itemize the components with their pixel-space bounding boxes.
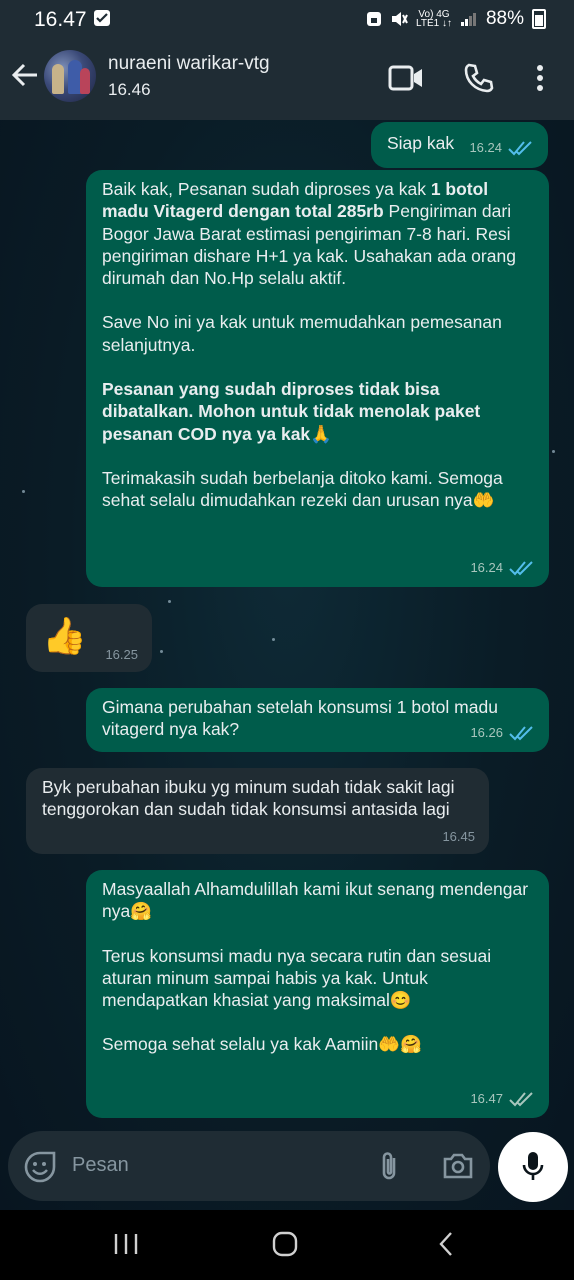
mute-icon (392, 12, 408, 26)
battery-icon (532, 9, 546, 29)
message-bubble-outgoing[interactable]: Siap kak 16.24 (371, 122, 548, 168)
background-star (272, 638, 275, 641)
message-bubble-outgoing[interactable]: Baik kak, Pesanan sudah diproses ya kak … (86, 170, 549, 587)
read-ticks-icon (509, 726, 533, 741)
home-icon[interactable] (272, 1231, 298, 1262)
message-time: 16.25 (105, 646, 138, 662)
message-paragraph: Semoga sehat selalu ya kak Aamiin🤲🤗 (102, 1034, 422, 1055)
mic-icon (522, 1151, 544, 1188)
message-input[interactable]: Pesan (72, 1154, 129, 1177)
message-paragraph: Masyaallah Alhamdulillah kami ikut senan… (102, 879, 529, 922)
background-star (168, 600, 171, 603)
contact-name[interactable]: nuraeni warikar-vtg (108, 53, 270, 75)
lock-icon (367, 12, 382, 26)
status-time: 16.47 (34, 8, 87, 31)
message-time: 16.26 (470, 724, 503, 740)
read-ticks-icon (509, 561, 533, 576)
status-bar: 16.47 Vo) 4G LTE1 ↓↑ 88% (0, 0, 574, 38)
message-text: Gimana perubahan setelah konsumsi 1 boto… (102, 697, 498, 740)
message-paragraph: Baik kak, Pesanan sudah diproses ya kak … (102, 178, 524, 289)
status-indicators: Vo) 4G LTE1 ↓↑ 88% (366, 8, 546, 30)
back-nav-icon[interactable] (436, 1231, 456, 1262)
paperclip-icon[interactable] (378, 1149, 400, 1188)
message-time: 16.45 (442, 828, 475, 844)
mic-button[interactable] (498, 1132, 568, 1202)
message-bubble-outgoing[interactable]: Gimana perubahan setelah konsumsi 1 boto… (86, 688, 549, 752)
thumbs-up-emoji: 👍 (42, 615, 87, 656)
network-indicator: Vo) 4G LTE1 ↓↑ (416, 10, 452, 29)
message-paragraph: Save No ini ya kak untuk memudahkan peme… (102, 312, 502, 355)
message-bubble-outgoing[interactable]: Masyaallah Alhamdulillah kami ikut senan… (86, 870, 549, 1118)
read-ticks-icon (508, 141, 532, 156)
network-bottom: LTE1 ↓↑ (416, 18, 452, 29)
video-call-icon[interactable] (388, 64, 424, 97)
message-time: 16.47 (470, 1090, 503, 1106)
contact-subtitle: 16.46 (108, 80, 151, 99)
system-navigation-bar (0, 1210, 574, 1280)
message-time: 16.24 (470, 559, 503, 575)
message-body: Baik kak, Pesanan sudah diproses ya kak … (102, 178, 524, 512)
message-time: 16.24 (469, 139, 502, 155)
chat-header: nuraeni warikar-vtg 16.46 (0, 38, 574, 120)
message-bold-paragraph: Pesanan yang sudah diproses tidak bisa d… (102, 379, 481, 444)
phone-icon[interactable] (462, 62, 494, 99)
recent-apps-icon[interactable] (113, 1232, 139, 1261)
battery-percent: 88% (485, 8, 524, 29)
delivered-ticks-icon (509, 1092, 533, 1107)
background-star (552, 450, 555, 453)
message-bubble-incoming[interactable]: Byk perubahan ibuku yg minum sudah tidak… (26, 768, 489, 854)
message-text: Siap kak (387, 133, 455, 153)
sticker-icon[interactable] (24, 1151, 56, 1188)
message-composer: Pesan (8, 1131, 490, 1201)
camera-icon[interactable] (442, 1151, 474, 1186)
notification-check-icon (94, 10, 110, 26)
message-bubble-incoming[interactable]: 👍 16.25 (26, 604, 152, 672)
message-paragraph: Terus konsumsi madu nya secara rutin dan… (102, 945, 492, 1011)
message-text: Byk perubahan ibuku yg minum sudah tidak… (42, 777, 455, 820)
avatar[interactable] (44, 50, 96, 102)
signal-icon (460, 13, 476, 26)
background-star (160, 650, 163, 653)
message-paragraph: Terimakasih sudah berbelanja ditoko kami… (102, 467, 503, 511)
message-body: Masyaallah Alhamdulillah kami ikut senan… (102, 878, 532, 1056)
background-star (22, 490, 25, 493)
message-text: Baik kak, Pesanan sudah diproses ya kak (102, 179, 431, 199)
more-vert-icon[interactable] (534, 64, 546, 97)
arrow-left-icon[interactable] (10, 60, 40, 95)
